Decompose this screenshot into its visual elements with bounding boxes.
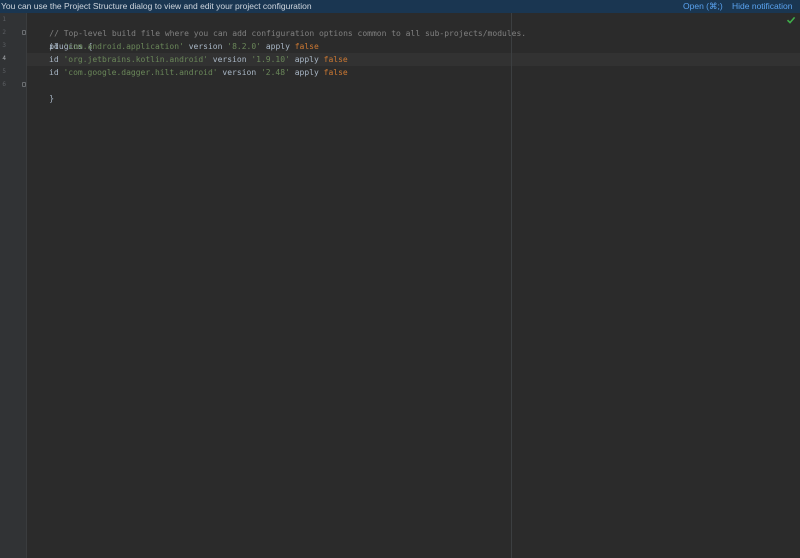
comment: // Top-level build file where you can ad… [49, 29, 527, 38]
open-project-structure-link[interactable]: Open (⌘;) [683, 0, 723, 13]
code-editor[interactable]: // Top-level build file where you can ad… [27, 13, 800, 558]
keyword-id: id [49, 42, 59, 51]
plugin-version: '8.2.0' [227, 42, 261, 51]
plugin-version: '2.48' [260, 68, 290, 77]
right-margin-guide [511, 13, 512, 558]
keyword-apply: apply [294, 55, 319, 64]
fold-start-icon[interactable] [22, 30, 26, 35]
line-number-gutter[interactable]: 1 2 3 4 5 6 [0, 13, 27, 558]
line-number: 5 [2, 68, 6, 75]
hide-notification-link[interactable]: Hide notification [732, 0, 792, 13]
apply-value: false [294, 42, 319, 51]
keyword-apply: apply [294, 68, 319, 77]
keyword-version: version [222, 68, 257, 77]
fold-end-icon[interactable] [22, 82, 26, 87]
keyword-apply: apply [265, 42, 290, 51]
code-line: // Top-level build file where you can ad… [30, 14, 526, 38]
keyword-id: id [49, 68, 59, 77]
code-line: id 'com.google.dagger.hilt.android' vers… [30, 66, 348, 79]
apply-value: false [323, 68, 348, 77]
code-line: id 'com.android.application' version '8.… [30, 40, 319, 53]
code-line: plugins { [30, 27, 92, 51]
line-number-active: 4 [2, 55, 6, 62]
notification-banner: You can use the Project Structure dialog… [0, 0, 800, 13]
line-number: 6 [2, 81, 6, 88]
code-line: } [30, 79, 54, 103]
line-number: 2 [2, 29, 6, 36]
notification-message: You can use the Project Structure dialog… [1, 1, 312, 11]
line-number: 1 [2, 16, 6, 23]
keyword-id: id [49, 55, 59, 64]
plugin-id: 'com.google.dagger.hilt.android' [63, 68, 218, 77]
plugins-block-close: } [49, 94, 55, 103]
plugin-id: 'com.android.application' [63, 42, 184, 51]
apply-value: false [323, 55, 348, 64]
line-number: 3 [2, 42, 6, 49]
keyword-version: version [212, 55, 247, 64]
keyword-version: version [188, 42, 223, 51]
code-line-current: id 'org.jetbrains.kotlin.android' versio… [30, 53, 348, 66]
plugin-version: '1.9.10' [251, 55, 290, 64]
plugin-id: 'org.jetbrains.kotlin.android' [63, 55, 208, 64]
